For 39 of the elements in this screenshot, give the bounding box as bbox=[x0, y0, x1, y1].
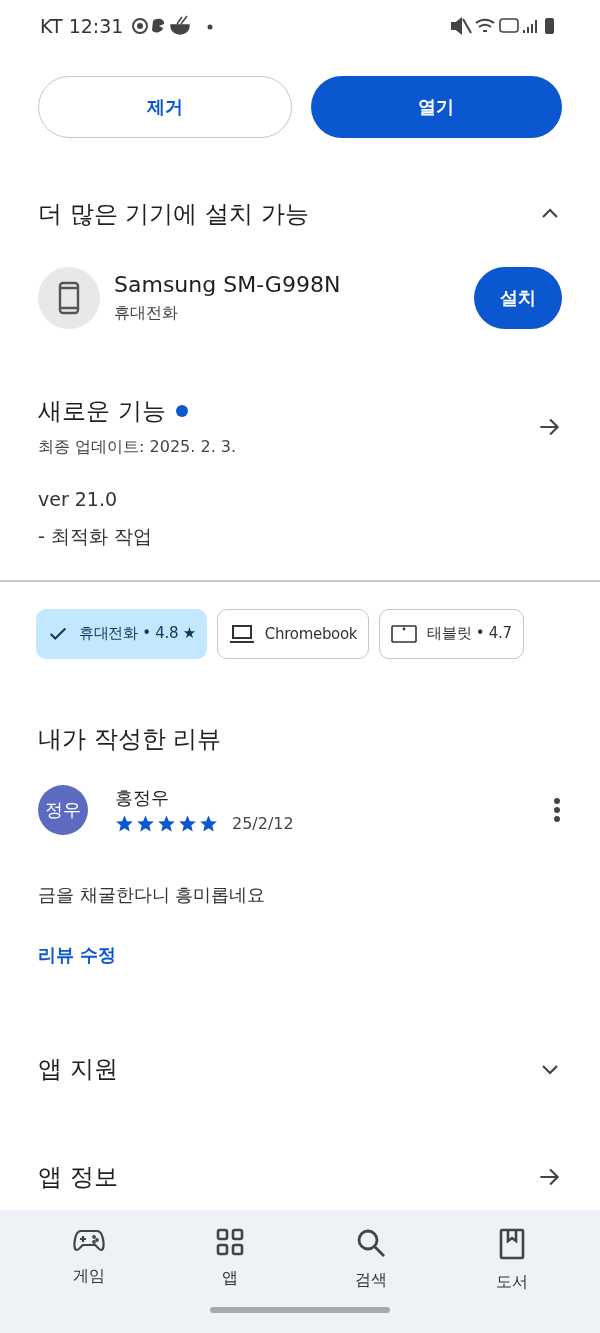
reviewer-name: 홍정우 bbox=[115, 786, 170, 810]
edit-review-link[interactable]: 리뷰 수정 bbox=[38, 942, 117, 967]
review-text: 금을 채굴한다니 흥미롭네요 bbox=[37, 882, 267, 907]
release-note: ver 21.0 bbox=[38, 488, 119, 510]
open-button[interactable]: 열기 bbox=[310, 76, 562, 138]
nav-tab[interactable]: 도서 bbox=[466, 1228, 557, 1293]
more-options-icon[interactable] bbox=[552, 796, 562, 823]
section-title: 앱 정보 bbox=[38, 1161, 118, 1193]
laptop-icon bbox=[228, 622, 255, 645]
tablet-icon bbox=[391, 623, 418, 644]
grid-icon bbox=[215, 1228, 244, 1256]
gamepad-icon bbox=[72, 1228, 105, 1254]
star-icon bbox=[157, 814, 176, 833]
device-filter-chip[interactable]: Chromebook bbox=[216, 608, 370, 659]
book-icon bbox=[498, 1228, 525, 1260]
device-filter-chip[interactable]: 태블릿 • 4.7 bbox=[379, 608, 524, 659]
star-icon bbox=[199, 814, 218, 833]
section-title: 앱 지원 bbox=[38, 1053, 118, 1085]
search-icon bbox=[355, 1228, 386, 1258]
nav-tab[interactable]: 앱 bbox=[184, 1228, 275, 1293]
uninstall-button[interactable]: 제거 bbox=[38, 76, 292, 138]
release-note: - 최적화 작업 bbox=[38, 524, 153, 549]
status-time: KT 12:31 bbox=[40, 15, 124, 37]
user-avatar: 정우 bbox=[38, 784, 88, 835]
star-icon bbox=[178, 814, 197, 833]
device-type: 휴대전화 bbox=[114, 303, 179, 324]
review-date: 25/2/12 bbox=[232, 814, 294, 833]
update-date: 최종 업데이트: 2025. 2. 3. bbox=[38, 437, 237, 458]
star-icon bbox=[115, 814, 134, 833]
nav-tab[interactable]: 게임 bbox=[43, 1228, 134, 1293]
star-icon bbox=[136, 814, 155, 833]
section-title: 새로운 기능 bbox=[38, 396, 166, 427]
nav-tab[interactable]: 검색 bbox=[325, 1228, 416, 1293]
device-name: Samsung SM-G998N bbox=[114, 272, 342, 297]
phone-icon bbox=[58, 281, 80, 315]
install-button[interactable]: 설치 bbox=[474, 267, 562, 329]
section-title: 더 많은 기기에 설치 가능 bbox=[38, 199, 309, 230]
device-filter-chip[interactable]: 휴대전화 • 4.8 ★ bbox=[36, 608, 207, 659]
section-title: 내가 작성한 리뷰 bbox=[37, 723, 223, 755]
